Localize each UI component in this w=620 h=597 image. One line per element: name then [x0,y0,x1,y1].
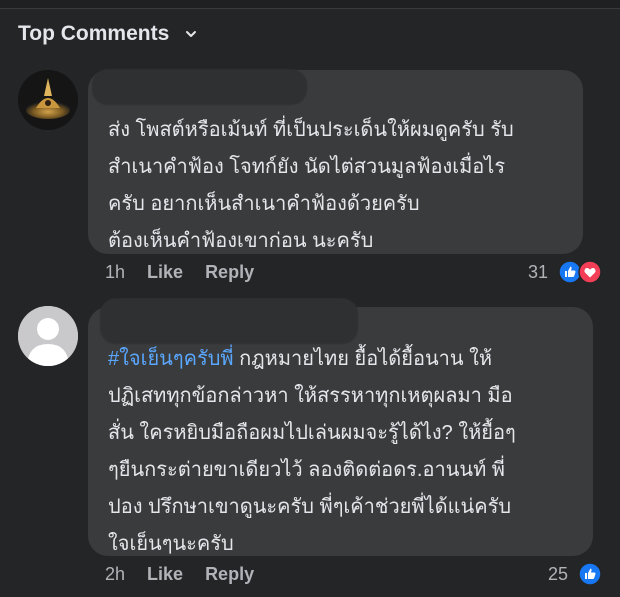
comment-body: กฎหมายไทย ยื้อได้ยื้อนาน ให้ ปฏิเสททุกข้… [108,348,516,555]
reaction-summary[interactable]: 25 [548,562,602,586]
avatar[interactable] [18,306,78,366]
comment-text: ส่ง โพสต์หรือเม้นท์ ที่เป็นประเด็นให้ผมด… [108,119,514,252]
comment-actions: 2h Like Reply [105,564,254,585]
reaction-count: 25 [548,563,569,584]
reply-button[interactable]: Reply [205,262,254,283]
like-icon [578,562,602,586]
default-profile-icon [18,306,78,366]
like-button[interactable]: Like [147,564,183,585]
redacted-commenter-name[interactable] [92,69,307,105]
reaction-summary[interactable]: 31 [528,260,602,284]
redacted-commenter-name[interactable] [100,298,358,344]
sort-label: Top Comments [18,22,170,45]
top-comments-sort[interactable]: Top Comments [18,22,197,46]
avatar[interactable] [18,70,78,130]
comments-panel: Top Comments ส่ง โพสต์หรือเม้นท์ ที่เป็น… [0,0,620,597]
love-icon [578,260,602,284]
comment-time[interactable]: 2h [105,564,125,585]
ornament-avatar-icon [18,70,78,130]
comment-actions: 1h Like Reply [105,262,254,283]
hashtag-link[interactable]: #ใจเย็นๆครับพี่ [108,348,234,370]
reply-button[interactable]: Reply [205,564,254,585]
chevron-down-icon [186,31,197,37]
like-button[interactable]: Like [147,262,183,283]
reaction-count: 31 [528,261,549,282]
top-divider [0,0,620,9]
comment-time[interactable]: 1h [105,262,125,283]
comment-text: #ใจเย็นๆครับพี่ กฎหมายไทย ยื้อได้ยื้อนาน… [108,341,588,563]
